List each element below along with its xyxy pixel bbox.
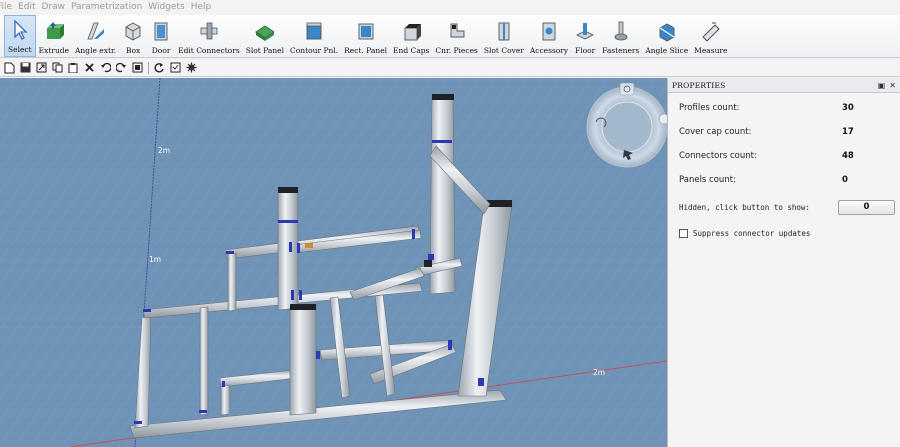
slot-panel-button[interactable]: Slot Panel	[243, 15, 287, 57]
import-icon[interactable]	[169, 61, 182, 74]
float-panel-icon[interactable]: ▣	[878, 81, 886, 90]
profiles-count-value: 30	[842, 103, 854, 113]
end-cap[interactable]	[290, 304, 316, 310]
contour-panel-button[interactable]: Contour Pnl.	[287, 15, 341, 57]
profile-inner-short-post[interactable]	[220, 384, 231, 416]
hidden-items-row: Hidden, click button to show: 0	[679, 199, 895, 215]
connectors-count-label: Connectors count:	[679, 151, 757, 161]
end-cap[interactable]	[424, 260, 432, 267]
select-button[interactable]: Select	[4, 15, 36, 57]
fasteners-button[interactable]: Fasteners	[599, 15, 642, 57]
rect-panel-icon	[355, 20, 377, 42]
paste-icon[interactable]	[67, 61, 80, 74]
accessory-icon	[538, 20, 560, 42]
properties-header: PROPERTIES ▣ ✕	[668, 78, 900, 93]
corner-pieces-icon	[446, 20, 468, 42]
profile-back-post-left[interactable]	[227, 252, 237, 312]
3d-viewport[interactable]: 2m 1m 2m	[0, 78, 667, 447]
floor-icon	[574, 20, 596, 42]
connectors-count-row: Connectors count: 48	[679, 149, 894, 163]
menu-draw[interactable]: Draw	[42, 0, 72, 15]
panels-count-label: Panels count:	[679, 175, 736, 185]
panels-count-value: 0	[842, 175, 848, 185]
copy-icon[interactable]	[51, 61, 64, 74]
floor-button[interactable]: Floor	[571, 15, 599, 57]
axis-label-2m-horizontal: 2m	[593, 368, 605, 377]
connectors-icon	[198, 20, 220, 42]
end-caps-icon	[400, 20, 422, 42]
extrude-icon	[43, 20, 65, 42]
delete-icon[interactable]	[83, 61, 96, 74]
scene-canvas[interactable]: 2m 1m 2m	[0, 78, 667, 447]
profiles-count-label: Profiles count:	[679, 103, 740, 113]
fasteners-icon	[610, 20, 632, 42]
menu-edit[interactable]: Edit	[18, 0, 41, 15]
show-hidden-button[interactable]: 0	[838, 199, 895, 215]
cover-cap-count-label: Cover cap count:	[679, 127, 752, 137]
suppress-updates-checkbox[interactable]	[679, 229, 688, 238]
angle-slice-button[interactable]: Angle Slice	[642, 15, 691, 57]
properties-title: PROPERTIES	[672, 80, 726, 90]
properties-panel: PROPERTIES ▣ ✕ Profiles count: 30 Cover …	[667, 78, 900, 447]
corner-pieces-button[interactable]: Cnr. Pieces	[432, 15, 480, 57]
end-cap[interactable]	[278, 187, 298, 193]
ribbon-toolbar: Select Extrude Angle extr. Box Door Edit…	[0, 15, 900, 58]
rotate-icon[interactable]	[153, 61, 166, 74]
panels-count-row: Panels count: 0	[679, 173, 894, 187]
slot-panel-icon	[254, 20, 276, 42]
redo-icon[interactable]	[115, 61, 128, 74]
suppress-updates-label: Suppress connector updates	[693, 229, 811, 238]
accessory-button[interactable]: Accessory	[527, 15, 571, 57]
profile-mid-post-left[interactable]	[199, 306, 209, 416]
door-icon	[150, 20, 172, 42]
axis-label-2m-vertical: 2m	[158, 146, 170, 155]
end-caps-button[interactable]: End Caps	[390, 15, 432, 57]
floor-grid	[0, 78, 667, 447]
highlighted-connector[interactable]	[305, 243, 313, 248]
edit-connectors-button[interactable]: Edit Connectors	[175, 15, 243, 57]
screenshot-icon[interactable]	[131, 61, 144, 74]
measure-button[interactable]: Measure	[691, 15, 730, 57]
orbit-icon[interactable]	[658, 113, 667, 125]
undo-icon[interactable]	[99, 61, 112, 74]
axis-label-1m: 1m	[149, 255, 161, 264]
menu-help[interactable]: Help	[191, 0, 218, 15]
door-button[interactable]: Door	[147, 15, 175, 57]
new-file-icon[interactable]	[3, 61, 16, 74]
box-button[interactable]: Box	[119, 15, 147, 57]
box-icon	[122, 20, 144, 42]
nav-center[interactable]	[601, 101, 653, 153]
suppress-updates-row[interactable]: Suppress connector updates	[679, 229, 810, 238]
slot-cover-button[interactable]: Slot Cover	[481, 15, 527, 57]
end-cap[interactable]	[432, 94, 454, 100]
menu-file[interactable]: File	[0, 0, 18, 15]
menu-bar: File Edit Draw Parametrization Widgets H…	[0, 0, 900, 15]
profile-center-tall-post[interactable]	[277, 189, 299, 311]
profile-center-front-post[interactable]	[289, 305, 317, 416]
close-icon[interactable]: ✕	[889, 81, 896, 90]
cover-cap-count-row: Cover cap count: 17	[679, 125, 894, 139]
cursor-icon	[9, 19, 31, 41]
connectors-count-value: 48	[842, 151, 854, 161]
angle-slice-icon	[656, 20, 678, 42]
profiles-count-row: Profiles count: 30	[679, 101, 894, 115]
angle-extrude-button[interactable]: Angle extr.	[72, 15, 119, 57]
save-icon[interactable]	[19, 61, 32, 74]
angle-extrude-icon	[85, 20, 107, 42]
menu-parametrization[interactable]: Parametrization	[71, 0, 148, 15]
hidden-items-label: Hidden, click button to show:	[679, 202, 810, 212]
export-icon[interactable]	[35, 61, 48, 74]
extrude-button[interactable]: Extrude	[36, 15, 72, 57]
rect-panel-button[interactable]: Rect. Panel	[341, 15, 390, 57]
toolbar-separator	[148, 61, 149, 74]
cover-cap-count-value: 17	[842, 127, 854, 137]
measure-icon	[700, 20, 722, 42]
contour-panel-icon	[303, 20, 325, 42]
slot-cover-icon	[493, 20, 515, 42]
panel-controls: ▣ ✕	[878, 81, 896, 90]
settings-gear-icon[interactable]	[185, 61, 198, 74]
home-view-icon[interactable]	[619, 82, 635, 96]
quick-toolbar	[0, 59, 900, 77]
menu-widgets[interactable]: Widgets	[148, 0, 190, 15]
